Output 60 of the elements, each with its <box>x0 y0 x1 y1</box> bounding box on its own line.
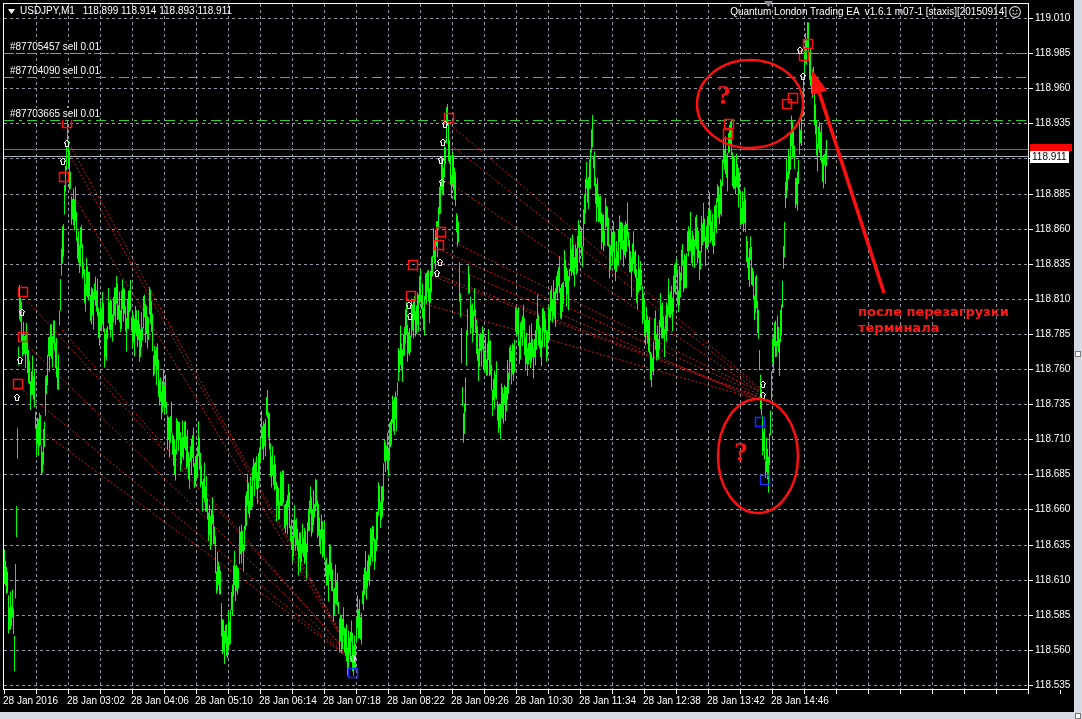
entry-square-icon <box>798 50 810 62</box>
entry-square-icon <box>781 98 793 110</box>
price-axis-label: 118.635 <box>1035 539 1071 551</box>
order-label: #87704090 sell 0.01 <box>10 65 101 77</box>
time-axis-label: 28 Jan 10:30 <box>515 695 573 707</box>
price-axis-label: 118.610 <box>1035 574 1071 586</box>
time-axis-label: 28 Jan 09:26 <box>451 695 509 707</box>
question-mark-note: ? <box>717 81 731 109</box>
expert-version: v1.6.1 m07-1 [staxis][20150914] <box>864 6 1007 18</box>
vertical-scrollbar[interactable] <box>1074 0 1082 712</box>
price-axis-label: 118.710 <box>1035 433 1071 445</box>
current-price-label: 118.911 <box>1030 151 1069 163</box>
price-axis-label: 118.785 <box>1035 328 1071 340</box>
time-axis-label: 28 Jan 11:34 <box>579 695 637 707</box>
entry-square-icon <box>787 92 799 104</box>
exit-square-icon <box>347 667 359 679</box>
time-axis-label: 28 Jan 2016 <box>3 695 59 707</box>
time-axis-label: 28 Jan 06:14 <box>259 695 317 707</box>
price-axis-label: 118.985 <box>1035 47 1071 59</box>
price-axis-label: 118.860 <box>1035 223 1071 235</box>
order-arrow-icon <box>799 72 807 80</box>
chart-shift-marker-icon[interactable] <box>764 1 773 7</box>
scrollbar-thumb[interactable] <box>1075 351 1081 357</box>
price-axis-label: 118.735 <box>1035 398 1071 410</box>
exit-square-icon <box>759 474 771 486</box>
order-arrow-icon <box>796 46 804 54</box>
price-axis-label: 118.810 <box>1035 293 1071 305</box>
annotation-note: после перезагрузки терминала <box>858 304 1010 336</box>
price-axis-label: 118.885 <box>1035 188 1071 200</box>
price-axis-label: 118.585 <box>1035 609 1071 621</box>
time-axis-label: 28 Jan 12:38 <box>643 695 701 707</box>
symbol-label: USDJPY,M1 <box>20 5 75 17</box>
quote-values: 118.899 118.914 118.893 118.911 <box>82 5 233 17</box>
time-axis-label: 28 Jan 14:46 <box>771 695 829 707</box>
price-axis-label: 118.535 <box>1035 679 1071 691</box>
time-axis-label: 28 Jan 07:18 <box>323 695 381 707</box>
order-label: #87705457 sell 0.01 <box>10 41 101 53</box>
time-axis-label: 28 Jan 04:06 <box>131 695 189 707</box>
entry-square-icon <box>802 38 814 50</box>
expert-name: Quantum London Trading EA <box>730 6 860 18</box>
dropdown-caret-icon[interactable] <box>8 8 15 14</box>
ask-price-tag <box>1030 144 1072 151</box>
time-axis-label: 28 Jan 03:02 <box>67 695 125 707</box>
price-axis-label: 118.960 <box>1035 82 1071 94</box>
price-axis-label: 118.685 <box>1035 468 1071 480</box>
price-axis-label: 118.935 <box>1035 117 1071 129</box>
entry-square-icon <box>443 112 455 124</box>
price-axis-label: 118.760 <box>1035 363 1071 375</box>
horizontal-scrollbar[interactable] <box>0 712 1082 719</box>
time-axis-label: 28 Jan 08:22 <box>387 695 445 707</box>
time-axis-label: 28 Jan 05:10 <box>195 695 253 707</box>
order-label: #87703665 sell 0.01 <box>10 108 101 120</box>
smiley-icon <box>1009 6 1021 18</box>
price-axis-label: 118.660 <box>1035 503 1071 515</box>
time-axis-label: 28 Jan 13:42 <box>707 695 765 707</box>
price-axis-label: 118.560 <box>1035 644 1071 656</box>
order-arrow-icon <box>13 393 21 401</box>
scrollbar-thumb[interactable] <box>1075 712 1081 719</box>
price-axis-label: 118.835 <box>1035 258 1071 270</box>
price-axis-label: 119.010 <box>1035 12 1071 24</box>
